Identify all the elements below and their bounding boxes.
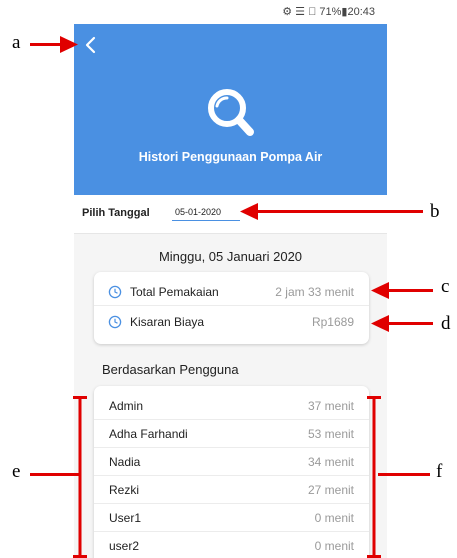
user-name: User1 [109, 511, 142, 525]
arrow-head-icon [60, 36, 78, 53]
arrow-head-icon [371, 315, 389, 332]
back-button[interactable] [80, 34, 102, 56]
annotation-label-e: e [12, 461, 21, 482]
clock-icon [108, 285, 122, 299]
user-row: User1 0 menit [94, 504, 369, 532]
summary-row-cost: Kisaran Biaya Rp1689 [94, 308, 369, 336]
user-duration: 53 menit [307, 427, 354, 441]
user-name: Nadia [109, 455, 141, 469]
user-duration: 0 menit [314, 539, 354, 553]
date-picker-label: Pilih Tanggal [82, 207, 150, 219]
summary-card: Total Pemakaian 2 jam 33 menit Kisaran B… [94, 272, 369, 344]
users-section-title: Berdasarkan Pengguna [102, 362, 239, 377]
phone-screen: ⚙ ☰ ⃠ 71%▮20:43 Histori Penggunaan Pompa… [74, 0, 387, 558]
user-name: Rezki [109, 483, 140, 497]
annotation-bracket-f [367, 396, 381, 558]
page-title: Histori Penggunaan Pompa Air [138, 150, 323, 164]
annotation-label-d: d [441, 313, 451, 334]
users-card: Admin 37 menit Adha Farhandi 53 menit Na… [94, 386, 369, 558]
user-row: Rezki 27 menit [94, 476, 369, 504]
summary-label: Total Pemakaian [130, 285, 219, 299]
chevron-left-icon [85, 36, 96, 54]
app-header: Histori Penggunaan Pompa Air [74, 24, 387, 195]
status-bar: ⚙ ☰ ⃠ 71%▮20:43 [74, 0, 387, 24]
annotation-label-b: b [430, 201, 440, 222]
user-duration: 0 menit [314, 511, 354, 525]
user-duration: 34 menit [307, 455, 354, 469]
user-duration: 27 menit [307, 483, 354, 497]
user-row: Nadia 34 menit [94, 448, 369, 476]
annotation-label-f: f [436, 461, 443, 482]
annotation-label-a: a [12, 32, 21, 53]
arrow-head-icon [371, 282, 389, 299]
annotation-bracket-e [73, 396, 87, 558]
date-input[interactable]: 05-01-2020 [172, 204, 240, 221]
arrow-head-icon [240, 203, 258, 220]
date-picker-bar: Pilih Tanggal 05-01-2020 [74, 195, 387, 234]
summary-value: Rp1689 [311, 315, 354, 329]
summary-row-total: Total Pemakaian 2 jam 33 menit [94, 278, 369, 306]
user-name: user2 [109, 539, 140, 553]
clock-icon [108, 315, 122, 329]
annotation-arrow-d [385, 322, 433, 325]
summary-value: 2 jam 33 menit [275, 285, 354, 299]
user-row: user2 0 menit [94, 532, 369, 558]
user-row: Admin 37 menit [94, 392, 369, 420]
search-icon [208, 89, 254, 136]
summary-label: Kisaran Biaya [130, 315, 205, 329]
user-name: Admin [109, 399, 144, 413]
annotation-arrow-b [255, 210, 423, 213]
annotation-arrow-f [378, 473, 430, 476]
user-row: Adha Farhandi 53 menit [94, 420, 369, 448]
annotation-arrow-c [385, 289, 433, 292]
user-name: Adha Farhandi [109, 427, 188, 441]
annotation-label-c: c [441, 276, 450, 297]
selected-date-heading: Minggu, 05 Januari 2020 [158, 249, 303, 264]
user-duration: 37 menit [307, 399, 354, 413]
